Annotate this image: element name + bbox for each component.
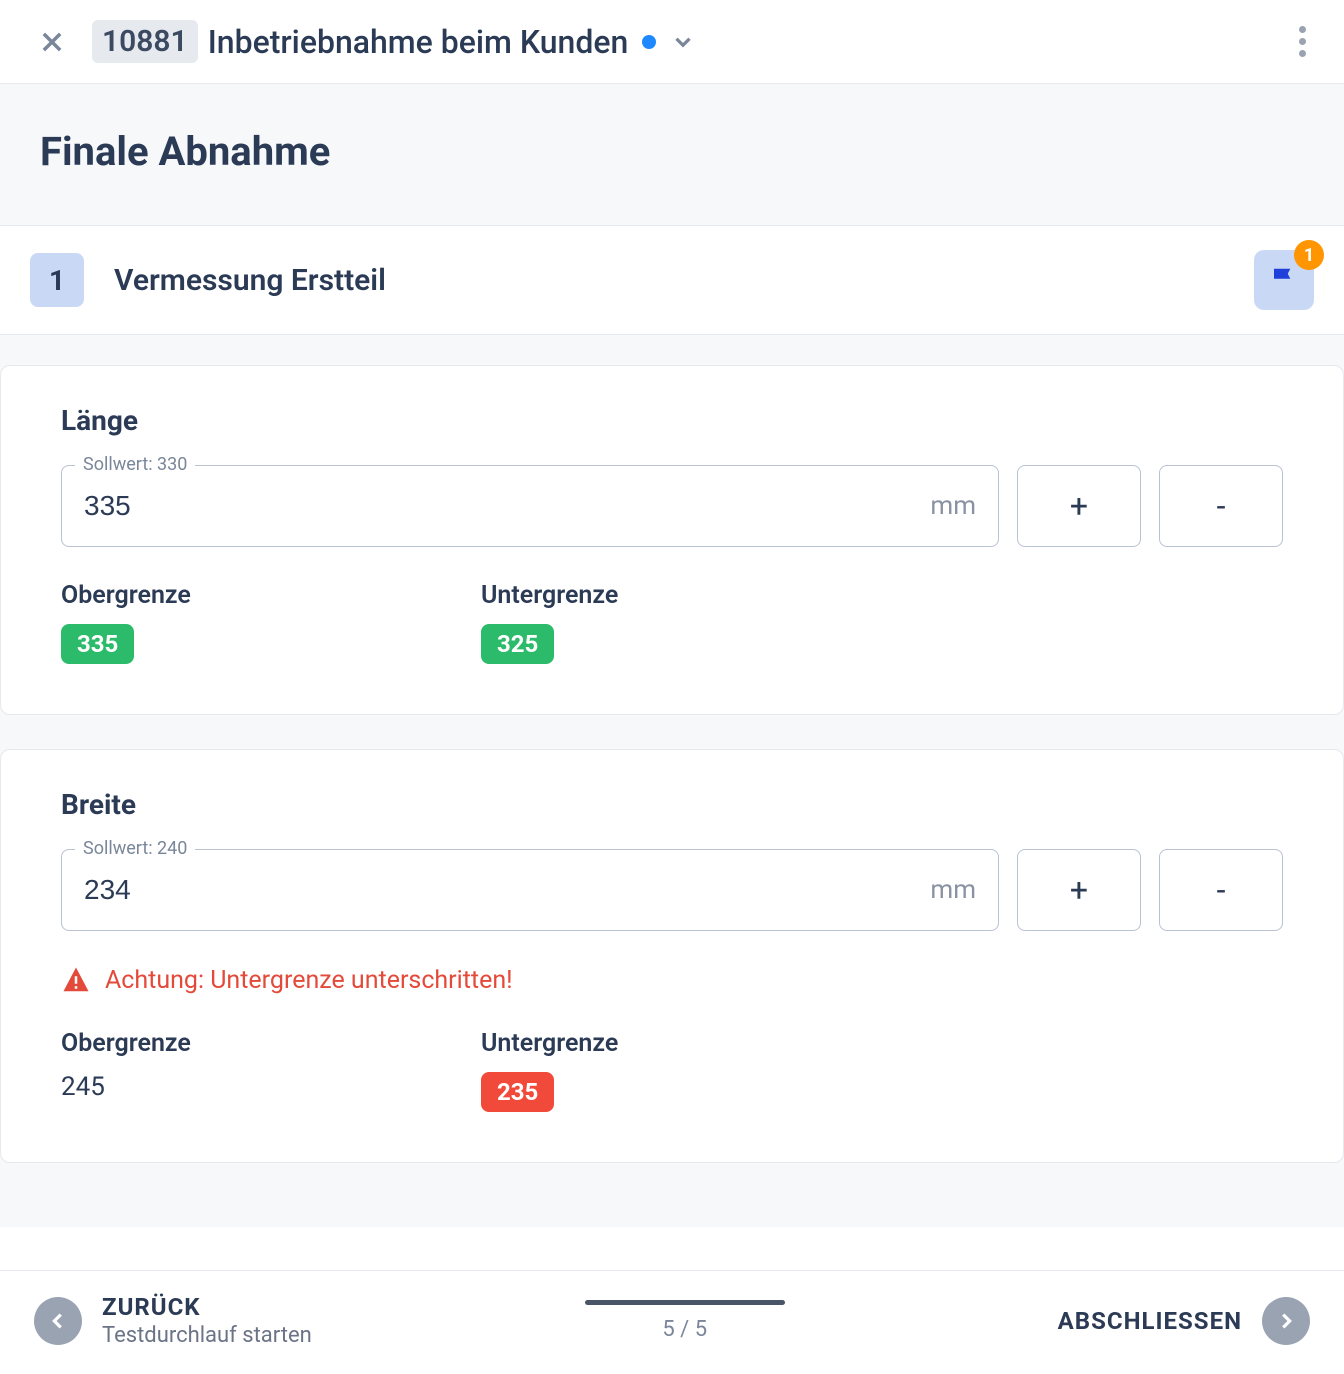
step-title: Vermessung Erstteil [114,263,386,298]
step-number-badge: 1 [30,253,84,307]
input-box: mm [61,465,999,547]
flag-icon [1269,265,1299,295]
limits-row: Obergrenze 245 Untergrenze 235 [61,1029,1283,1112]
finish-button[interactable] [1262,1297,1310,1345]
measurement-card-laenge: Länge Sollwert: 330 mm + - Obergrenze 33… [0,365,1344,715]
close-button[interactable] [30,20,74,64]
input-row: Sollwert: 240 mm + - [61,849,1283,931]
measurement-name: Breite [61,788,1283,821]
lower-limit-label: Untergrenze [481,1029,901,1058]
back-text[interactable]: ZURÜCK Testdurchlauf starten [102,1293,312,1348]
measurement-name: Länge [61,404,1283,437]
limits-row: Obergrenze 335 Untergrenze 325 [61,581,1283,664]
card-area: Länge Sollwert: 330 mm + - Obergrenze 33… [0,335,1344,1227]
increment-button[interactable]: + [1017,849,1141,931]
progress-bar [585,1300,785,1305]
upper-limit-value: 335 [61,624,134,664]
lower-limit-label: Untergrenze [481,581,901,610]
upper-limit-label: Obergrenze [61,1029,481,1058]
decrement-button[interactable]: - [1159,849,1283,931]
footer-left: ZURÜCK Testdurchlauf starten [34,1293,312,1348]
input-row: Sollwert: 330 mm + - [61,465,1283,547]
unit-label: mm [930,491,976,521]
chevron-right-icon [1275,1310,1297,1332]
input-field-wrapper: Sollwert: 240 mm [61,849,999,931]
chevron-down-icon [670,29,696,55]
decrement-button[interactable]: - [1159,465,1283,547]
upper-limit-value: 245 [61,1072,481,1102]
warning-row: Achtung: Untergrenze unterschritten! [61,965,1283,995]
upper-limit-label: Obergrenze [61,581,481,610]
page-indicator: 5 / 5 [662,1317,707,1342]
header-title: Inbetriebnahme beim Kunden [208,23,629,61]
page-title: Finale Abnahme [40,128,1304,175]
upper-limit-col: Obergrenze 245 [61,1029,481,1112]
kebab-dot-icon [1299,38,1306,45]
footer-right: ABSCHLIESSEN [1058,1297,1310,1345]
section-heading: Finale Abnahme [0,84,1344,226]
footer-nav: ZURÜCK Testdurchlauf starten 5 / 5 ABSCH… [0,1270,1344,1374]
lower-limit-value: 325 [481,624,554,664]
sollwert-label: Sollwert: 240 [75,838,195,859]
back-button[interactable] [34,1297,82,1345]
upper-limit-col: Obergrenze 335 [61,581,481,664]
status-dot-icon [642,35,656,49]
input-box: mm [61,849,999,931]
footer-center: 5 / 5 [312,1300,1058,1342]
warning-text: Achtung: Untergrenze unterschritten! [105,966,513,995]
kebab-dot-icon [1299,26,1306,33]
kebab-dot-icon [1299,50,1306,57]
lower-limit-col: Untergrenze 235 [481,1029,901,1112]
finish-label[interactable]: ABSCHLIESSEN [1058,1307,1242,1335]
lower-limit-value: 235 [481,1072,554,1112]
flag-count-badge: 1 [1294,240,1324,270]
header-bar: 10881 Inbetriebnahme beim Kunden [0,0,1344,84]
lower-limit-col: Untergrenze 325 [481,581,901,664]
sollwert-label: Sollwert: 330 [75,454,195,475]
value-input[interactable] [84,490,930,522]
increment-button[interactable]: + [1017,465,1141,547]
chevron-left-icon [47,1310,69,1332]
value-input[interactable] [84,874,930,906]
back-subtitle: Testdurchlauf starten [102,1323,312,1348]
record-id-badge: 10881 [92,20,198,63]
more-menu-button[interactable] [1291,18,1314,65]
warning-icon [61,965,91,995]
input-field-wrapper: Sollwert: 330 mm [61,465,999,547]
unit-label: mm [930,875,976,905]
step-row: 1 Vermessung Erstteil 1 [0,226,1344,335]
measurement-card-breite: Breite Sollwert: 240 mm + - Achtung: Unt… [0,749,1344,1163]
close-icon [38,28,66,56]
header-dropdown[interactable] [670,29,696,55]
flag-button[interactable]: 1 [1254,250,1314,310]
back-label: ZURÜCK [102,1293,312,1321]
